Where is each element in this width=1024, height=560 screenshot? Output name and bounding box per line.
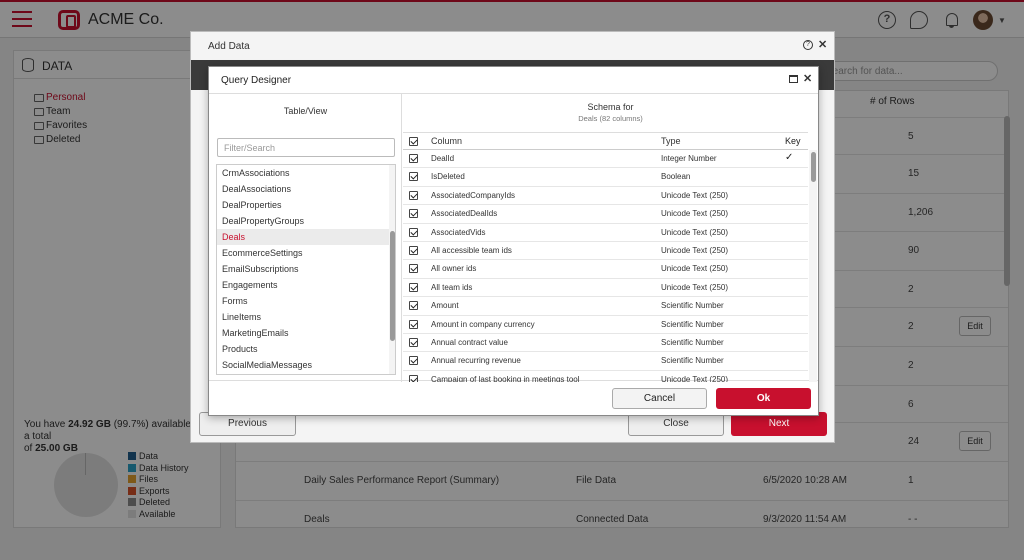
column-name: Annual contract value: [431, 337, 508, 347]
column-checkbox[interactable]: [409, 190, 418, 200]
column-checkbox[interactable]: [409, 301, 418, 311]
column-type: Scientific Number: [661, 356, 724, 366]
column-checkbox[interactable]: [409, 337, 418, 347]
column-type: Unicode Text (250): [661, 282, 728, 292]
column-name: Amount in company currency: [431, 319, 535, 329]
table-list-item[interactable]: EcommerceSettings: [217, 245, 389, 261]
schema-row[interactable]: AssociatedDealIds Unicode Text (250): [403, 205, 808, 224]
schema-title: Schema for: [587, 102, 634, 112]
schema-row[interactable]: All team ids Unicode Text (250): [403, 279, 808, 298]
schema-row[interactable]: Annual recurring revenue Scientific Numbe…: [403, 352, 808, 371]
column-type: Unicode Text (250): [661, 209, 728, 219]
table-list-item[interactable]: Deals: [217, 229, 389, 245]
column-type: Scientific Number: [661, 337, 724, 347]
query-designer-title: Query Designer: [221, 75, 292, 86]
column-type: Scientific Number: [661, 301, 724, 311]
column-type: Integer Number: [661, 154, 717, 163]
key-header[interactable]: Key: [785, 136, 801, 146]
schema-row[interactable]: Amount in company currency Scientific Num…: [403, 316, 808, 334]
table-view-header: Table/View: [283, 106, 328, 116]
schema-row[interactable]: Amount Scientific Number: [403, 297, 808, 316]
table-list-item[interactable]: DealPropertyGroups: [217, 213, 389, 229]
table-list-item[interactable]: DealAssociations: [217, 181, 389, 197]
schema-row[interactable]: Annual contract value Scientific Number: [403, 334, 808, 353]
scrollbar-thumb[interactable]: [810, 152, 816, 182]
column-name: All owner ids: [431, 264, 477, 274]
schema-pane: Schema for Deals (82 columns) Column Typ…: [403, 94, 818, 382]
close-icon[interactable]: ✕: [803, 72, 812, 85]
schema-row[interactable]: Campaign of last booking in meetings too…: [403, 371, 808, 382]
close-icon[interactable]: ✕: [818, 38, 827, 51]
column-name: AssociatedDealIds: [431, 209, 498, 219]
column-checkbox[interactable]: [409, 245, 418, 255]
query-designer-body: Table/View CrmAssociationsDealAssociatio…: [209, 93, 818, 382]
key-check-icon: ✓: [785, 152, 794, 163]
schema-row[interactable]: AssociatedCompanyIds Unicode Text (250): [403, 187, 808, 206]
schema-row[interactable]: AssociatedVids Unicode Text (250): [403, 224, 808, 242]
column-name: AssociatedCompanyIds: [431, 190, 516, 200]
column-checkbox[interactable]: [409, 374, 418, 382]
column-header[interactable]: Column: [431, 136, 462, 146]
column-type: Unicode Text (250): [661, 190, 728, 200]
column-name: Amount: [431, 301, 459, 311]
schema-row[interactable]: All accessible team ids Unicode Text (250…: [403, 242, 808, 261]
column-name: Campaign of last booking in meetings too…: [431, 374, 580, 382]
column-checkbox[interactable]: [409, 264, 418, 274]
schema-row[interactable]: IsDeleted Boolean: [403, 168, 808, 187]
select-all-checkbox[interactable]: [409, 137, 418, 146]
maximize-icon[interactable]: [789, 75, 798, 83]
schema-row[interactable]: DealId Integer Number ✓: [403, 150, 808, 169]
schema-header-row: Column Type Key: [403, 132, 808, 150]
table-list-scrollbar[interactable]: [389, 165, 395, 374]
table-list-item[interactable]: DealProperties: [217, 197, 389, 213]
column-name: All team ids: [431, 282, 473, 292]
query-designer-dialog: Query Designer ✕ Table/View CrmAssociati…: [208, 66, 819, 416]
column-name: DealId: [431, 154, 455, 163]
column-checkbox[interactable]: [409, 319, 418, 329]
column-type: Unicode Text (250): [661, 227, 728, 237]
table-view-pane: Table/View CrmAssociationsDealAssociatio…: [209, 94, 402, 382]
cancel-button[interactable]: Cancel: [612, 388, 707, 409]
table-list-item[interactable]: LineItems: [217, 309, 389, 325]
column-type: Unicode Text (250): [661, 245, 728, 255]
table-list-item[interactable]: Forms: [217, 293, 389, 309]
column-name: IsDeleted: [431, 172, 465, 182]
table-list-item[interactable]: EmailSubscriptions: [217, 261, 389, 277]
column-name: All accessible team ids: [431, 245, 512, 255]
table-list: CrmAssociations DealAssociations DealPrope…: [216, 164, 396, 375]
column-type: Boolean: [661, 172, 691, 182]
column-checkbox[interactable]: [409, 209, 418, 219]
scrollbar-thumb[interactable]: [390, 231, 395, 341]
column-checkbox[interactable]: [409, 227, 418, 237]
column-type: Scientific Number: [661, 319, 724, 329]
table-list-item[interactable]: SocialMediaMessages: [217, 357, 389, 373]
column-name: Annual recurring revenue: [431, 356, 521, 366]
table-list-item[interactable]: CrmAssociations: [217, 165, 389, 181]
schema-grid: Column Type Key DealId Integer Number ✓ IsD…: [403, 132, 818, 382]
column-type: Unicode Text (250): [661, 264, 728, 274]
schema-row[interactable]: All owner ids Unicode Text (250): [403, 260, 808, 279]
schema-scrollbar[interactable]: [809, 150, 817, 382]
column-checkbox[interactable]: [409, 282, 418, 292]
column-checkbox[interactable]: [409, 172, 418, 182]
table-list-item[interactable]: MarketingEmails: [217, 325, 389, 341]
table-list-item[interactable]: Products: [217, 341, 389, 357]
column-name: AssociatedVids: [431, 227, 486, 237]
type-header[interactable]: Type: [661, 136, 681, 146]
column-checkbox[interactable]: [409, 154, 418, 163]
column-type: Unicode Text (250): [661, 374, 728, 382]
schema-header: Schema for Deals (82 columns): [403, 102, 818, 124]
help-icon[interactable]: ?: [803, 40, 813, 50]
schema-subtitle: Deals (82 columns): [578, 114, 643, 123]
add-data-title: Add Data: [208, 41, 250, 52]
column-checkbox[interactable]: [409, 356, 418, 366]
filter-search-input[interactable]: [217, 138, 395, 157]
ok-button[interactable]: Ok: [716, 388, 811, 409]
table-list-item[interactable]: Engagements: [217, 277, 389, 293]
